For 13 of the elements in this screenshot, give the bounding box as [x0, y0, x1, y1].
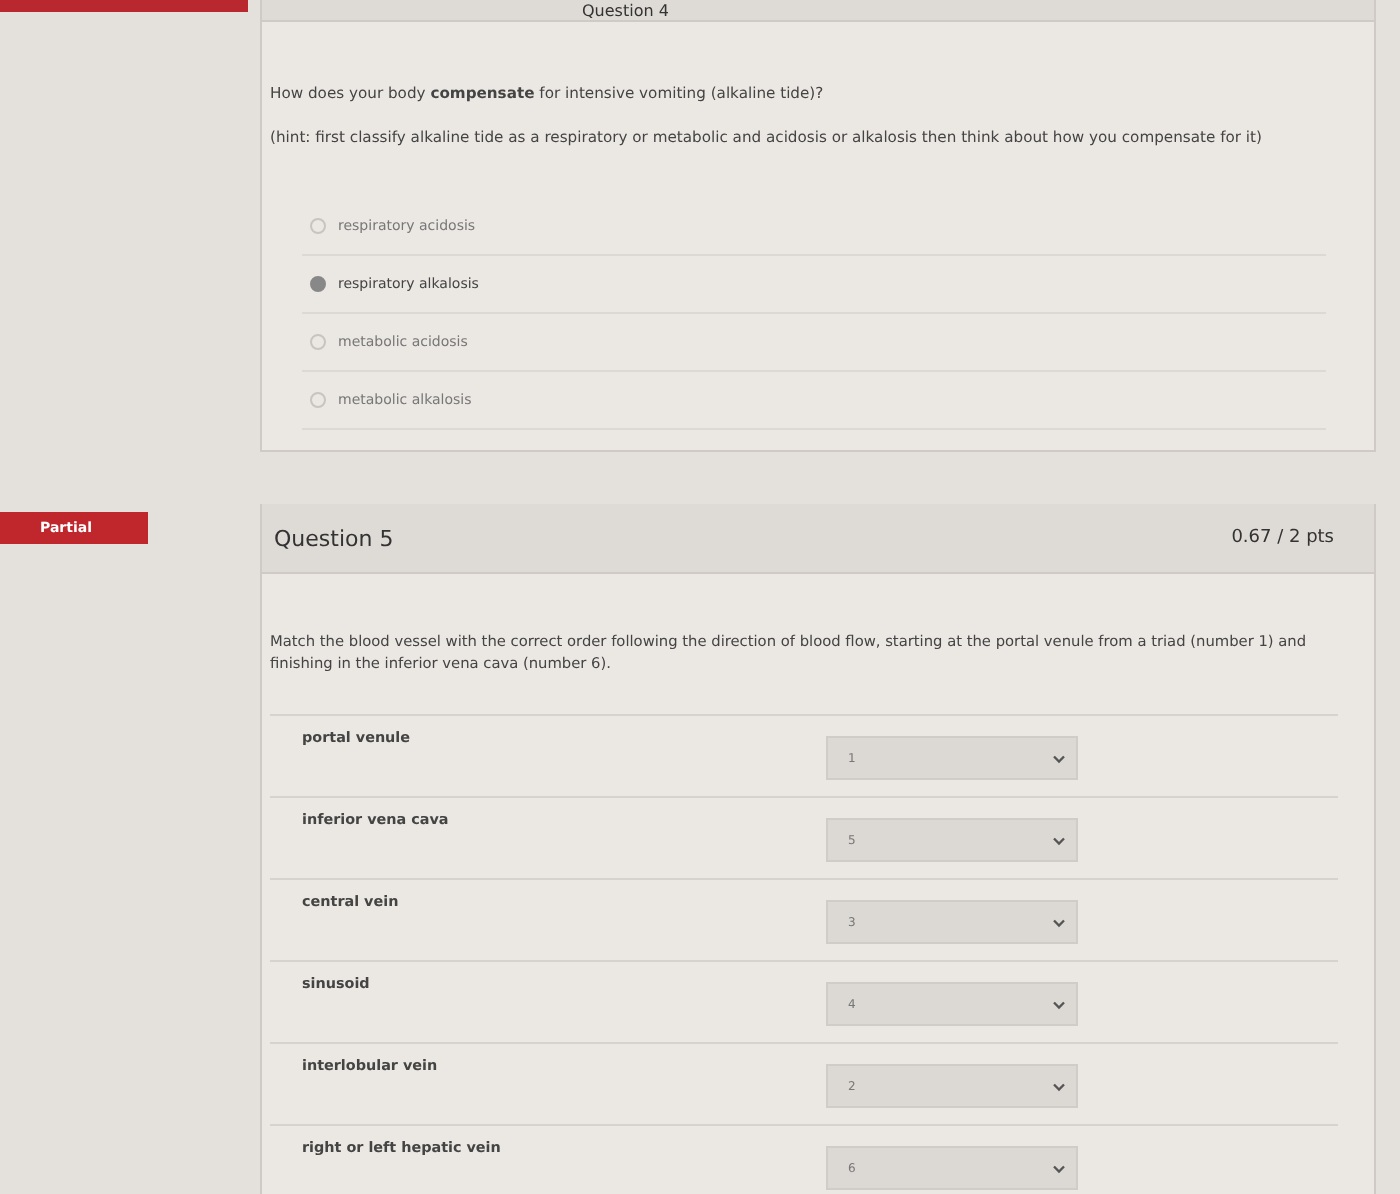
radio-button[interactable] [310, 392, 326, 408]
radio-button[interactable] [310, 218, 326, 234]
chevron-down-icon [1052, 1163, 1066, 1173]
chevron-down-icon [1052, 753, 1066, 763]
chevron-down-icon [1052, 917, 1066, 927]
question-title: Question 5 [274, 525, 394, 551]
chevron-down-icon [1052, 1081, 1066, 1091]
score-text: 0.67 / 2 pts [1231, 528, 1334, 548]
radio-button[interactable] [310, 276, 326, 292]
chevron-down-icon [1052, 835, 1066, 845]
radio-button[interactable] [310, 334, 326, 350]
chevron-down-icon [1052, 999, 1066, 1009]
question-title: Question 4 [262, 0, 1374, 22]
